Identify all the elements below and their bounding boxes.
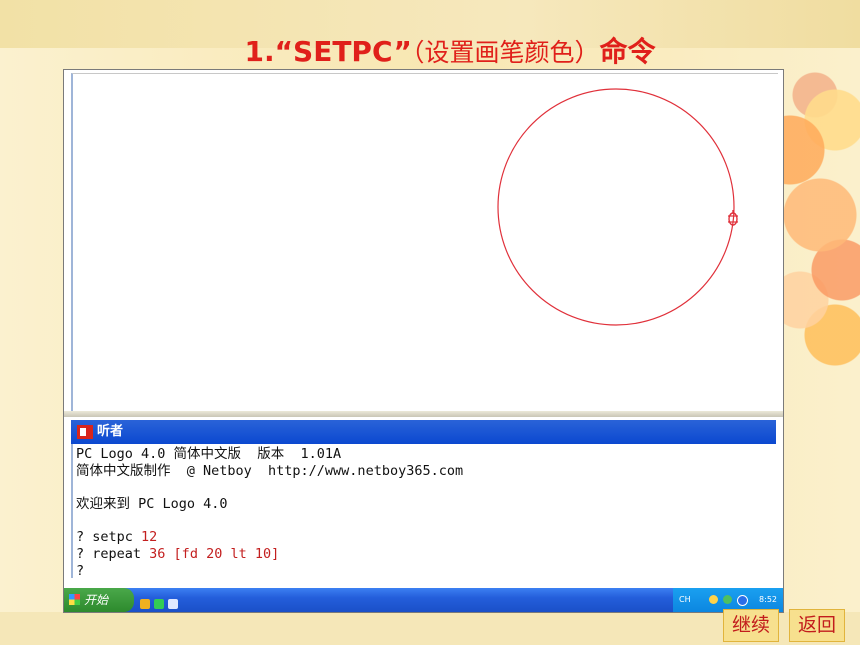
network-icon[interactable] xyxy=(723,595,732,604)
security-shield-icon[interactable] xyxy=(737,595,748,606)
command-line-repeat: ? repeat 36 [fd 20 lt 10] xyxy=(76,546,776,563)
start-label: 开始 xyxy=(84,593,109,607)
pc-logo-window: 听者 PC Logo 4.0 简体中文版 版本 1.01A 简体中文版制作 @ … xyxy=(64,70,783,612)
drawn-circle xyxy=(497,88,735,326)
title-main: 1.“SETPC” xyxy=(244,35,412,68)
title-paren: （设置画笔颜色） xyxy=(411,38,600,67)
ime-indicator[interactable]: CH xyxy=(679,588,691,612)
command-line-prompt[interactable]: ? xyxy=(76,563,776,580)
slide-title: 1.“SETPC”（设置画笔颜色）命令 xyxy=(0,30,860,70)
command-args: 36 [fd 20 lt 10] xyxy=(141,546,280,562)
command-args: 12 xyxy=(132,529,158,545)
logo-app-icon xyxy=(77,425,93,439)
listener-title-text: 听者 xyxy=(97,424,124,439)
console-line: PC Logo 4.0 简体中文版 版本 1.01A xyxy=(76,446,342,462)
quick-launch xyxy=(140,594,190,609)
command-keyword: repeat xyxy=(92,546,142,562)
start-button[interactable]: 开始 xyxy=(64,588,134,612)
prompt: ? xyxy=(76,563,85,579)
console-line: 欢迎来到 PC Logo 4.0 xyxy=(76,496,228,512)
prompt: ? xyxy=(76,546,93,562)
console-line: 简体中文版制作 @ Netboy http://www.netboy365.co… xyxy=(76,463,464,479)
messenger-icon[interactable] xyxy=(154,599,164,609)
prompt: ? xyxy=(76,529,93,545)
next-button[interactable]: 继续 xyxy=(723,609,779,642)
drawing-canvas[interactable] xyxy=(71,73,778,412)
title-tail: 命令 xyxy=(599,35,656,68)
listener-titlebar: 听者 xyxy=(71,420,776,444)
pane-splitter[interactable] xyxy=(64,411,783,417)
windows-flag-icon xyxy=(69,594,80,605)
volume-icon[interactable] xyxy=(709,595,718,604)
command-keyword: setpc xyxy=(92,529,133,545)
media-player-icon[interactable] xyxy=(140,599,150,609)
browser-icon[interactable] xyxy=(168,599,178,609)
command-line-setpc: ? setpc 12 xyxy=(76,529,776,546)
back-button[interactable]: 返回 xyxy=(789,609,845,642)
listener-console[interactable]: PC Logo 4.0 简体中文版 版本 1.01A 简体中文版制作 @ Net… xyxy=(71,444,776,580)
turtle-drawing xyxy=(497,88,738,326)
windows-taskbar: 开始 CH 8:52 xyxy=(64,588,783,612)
clock: 8:52 xyxy=(759,595,777,604)
